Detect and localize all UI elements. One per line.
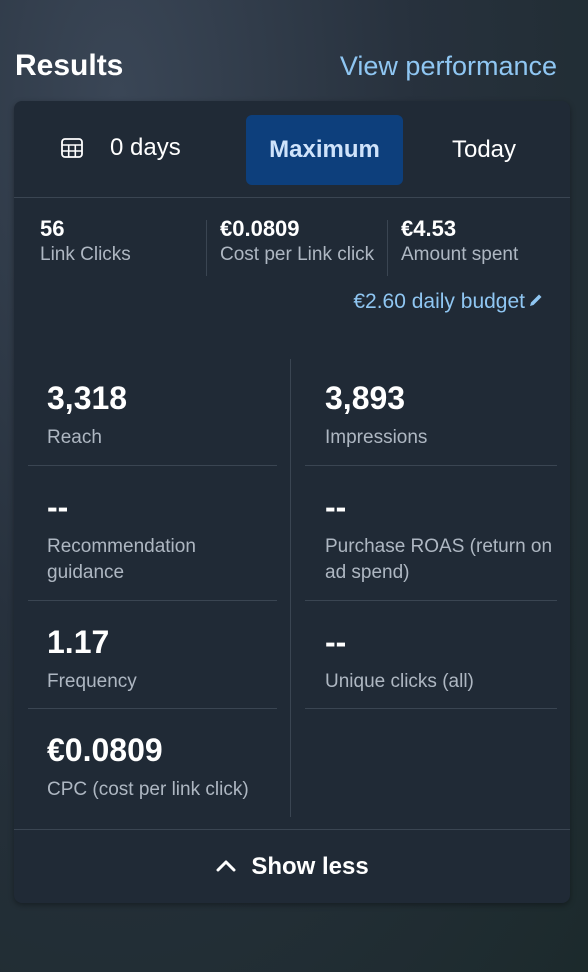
show-less-label: Show less [251,853,369,880]
show-less-button[interactable]: Show less [14,829,570,904]
results-title: Results [15,49,124,82]
metric-recommendation-guidance: -- Recommendation guidance [47,488,277,586]
recommendation-value: -- [47,489,69,525]
summary-cost-per-link-click: €0.0809 Cost per Link click [220,216,374,278]
amount-spent-label: Amount spent [401,244,519,265]
row-divider [28,708,277,709]
calendar-grid-icon [60,136,84,160]
cost-per-link-click-label: Cost per Link click [220,244,375,265]
metric-reach: 3,318 Reach [47,379,127,451]
pencil-icon [528,290,544,314]
metric-purchase-roas: -- Purchase ROAS (return on ad spend) [325,488,557,586]
link-clicks-label: Link Clicks [40,244,131,265]
reach-label: Reach [47,427,102,448]
metrics-grid: 3,318 Reach 3,893 Impressions -- Recomme… [14,359,570,817]
metrics-column-divider [290,359,291,817]
daily-budget-link[interactable]: €2.60 daily budget [353,290,544,314]
results-card: 0 days Maximum Today 56 Link Clicks €0.0… [14,101,570,903]
link-clicks-value: 56 [40,216,65,241]
metric-cpc: €0.0809 CPC (cost per link click) [47,731,249,803]
summary-divider [206,220,207,276]
tab-0-days[interactable]: 0 days [60,123,181,173]
row-divider [28,600,277,601]
summary-divider [387,220,388,276]
impressions-label: Impressions [325,427,428,448]
row-divider [305,465,557,466]
metric-frequency: 1.17 Frequency [47,623,137,695]
summary-amount-spent: €4.53 Amount spent [401,216,518,278]
frequency-value: 1.17 [47,624,110,660]
cpc-label: CPC (cost per link click) [47,779,249,800]
chevron-up-icon [215,858,237,877]
reach-value: 3,318 [47,380,128,416]
impressions-value: 3,893 [325,380,406,416]
amount-spent-value: €4.53 [401,216,457,241]
unique-clicks-value: -- [325,624,347,660]
results-header: Results View performance [15,44,557,88]
metric-impressions: 3,893 Impressions [325,379,427,451]
daily-budget-label: €2.60 daily budget [353,290,525,313]
tab-maximum[interactable]: Maximum [246,115,403,185]
row-divider [305,708,557,709]
frequency-label: Frequency [47,671,137,692]
unique-clicks-label: Unique clicks (all) [325,671,474,692]
recommendation-label: Recommendation guidance [47,536,196,583]
cpc-value: €0.0809 [47,732,163,768]
tab-0-days-label: 0 days [110,134,181,161]
summary-row: 56 Link Clicks €0.0809 Cost per Link cli… [14,216,570,278]
roas-label: Purchase ROAS (return on ad spend) [325,536,553,583]
view-performance-link[interactable]: View performance [340,51,557,82]
summary-link-clicks: 56 Link Clicks [40,216,131,278]
row-divider [28,465,277,466]
tab-today[interactable]: Today [404,115,564,185]
date-range-tabs: 0 days Maximum Today [14,101,570,198]
roas-value: -- [325,489,347,525]
metric-unique-clicks: -- Unique clicks (all) [325,623,474,695]
cost-per-link-click-value: €0.0809 [220,216,300,241]
row-divider [305,600,557,601]
